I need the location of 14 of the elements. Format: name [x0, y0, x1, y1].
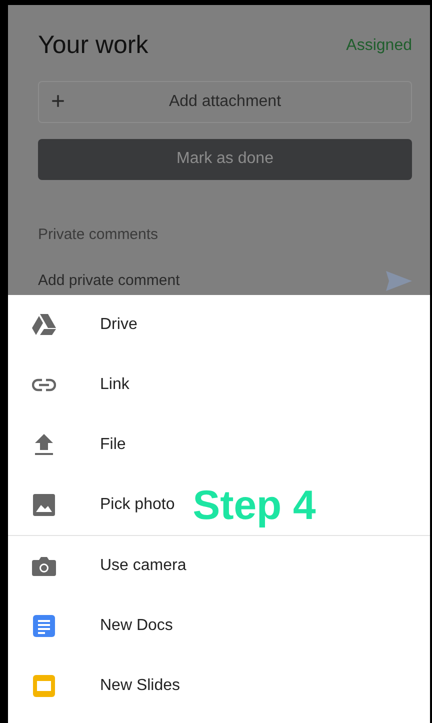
- comments-heading: Private comments: [38, 224, 160, 244]
- comment-field[interactable]: Add private comment: [38, 270, 386, 292]
- camera-icon: [32, 555, 56, 577]
- step-annotation: Step 4: [192, 484, 316, 526]
- add-attachment-button[interactable]: + Add attachment: [38, 80, 412, 122]
- document-icon: [32, 615, 56, 637]
- link-icon: [32, 378, 56, 392]
- slides-icon: [32, 675, 56, 697]
- image-icon: [32, 494, 56, 516]
- send-icon[interactable]: [386, 271, 412, 292]
- status-label: Assigned: [346, 36, 412, 56]
- upload-icon: [32, 434, 56, 456]
- section-title: Your work: [38, 30, 148, 61]
- drive-icon: [32, 314, 56, 336]
